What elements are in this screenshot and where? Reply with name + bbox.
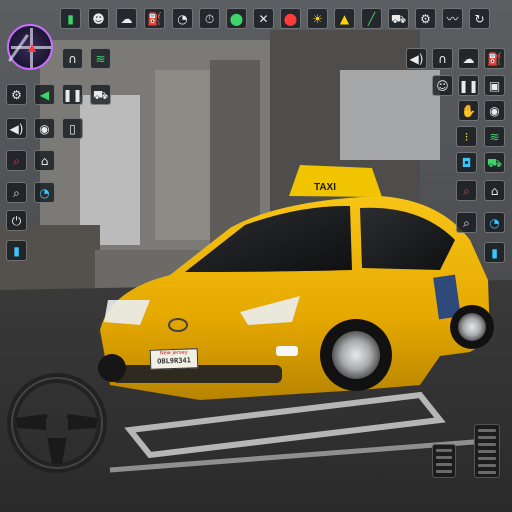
restart-icon[interactable]: ↻	[469, 8, 490, 29]
zoom-icon[interactable]: ⌕	[456, 180, 477, 201]
chat-icon[interactable]: ☺	[432, 75, 453, 96]
tachometer-icon[interactable]: ◔	[484, 212, 505, 233]
building-window	[155, 70, 210, 240]
steering-wheel-icon[interactable]	[6, 372, 108, 474]
phone-icon[interactable]: ▯	[62, 118, 83, 139]
speedometer-icon[interactable]: ◔	[172, 8, 193, 29]
front-rim	[332, 331, 380, 379]
plug-icon[interactable]: ⏻	[6, 210, 27, 231]
microphone-icon[interactable]: ▮	[60, 8, 81, 29]
horn-icon[interactable]: ◀	[34, 84, 55, 105]
battery-icon[interactable]: ▮	[484, 242, 505, 263]
rear-rim	[458, 313, 486, 341]
building-door	[80, 95, 140, 245]
search-icon[interactable]: ⌕	[456, 212, 477, 233]
camera-view-icon[interactable]: ▣	[484, 75, 505, 96]
wifi-icon[interactable]: ≋	[484, 126, 505, 147]
tools-icon[interactable]: ✕	[253, 8, 274, 29]
tachometer-icon[interactable]: ◔	[34, 182, 55, 203]
brake-pedal[interactable]	[432, 444, 456, 478]
cart-icon[interactable]: ⛟	[90, 84, 111, 105]
shopping-cart-icon[interactable]: ⛟	[388, 8, 409, 29]
weather-icon[interactable]: ☁	[458, 48, 479, 69]
wrench-icon[interactable]: ╱	[361, 8, 382, 29]
light-icon[interactable]: ☀	[307, 8, 328, 29]
fog-light	[276, 346, 298, 356]
eye-icon[interactable]: ◉	[484, 100, 505, 121]
taxi-sign-text: TAXI	[314, 182, 336, 193]
traffic-light-icon[interactable]: ⁝	[456, 126, 477, 147]
search-icon[interactable]: ⌕	[6, 182, 27, 203]
fuel-icon[interactable]: ⛽	[484, 48, 505, 69]
player-marker-icon	[28, 44, 36, 52]
map-pin-icon[interactable]: ⬤	[280, 8, 301, 29]
battery-icon[interactable]: ▮	[6, 240, 27, 261]
headphones-icon[interactable]: ∩	[62, 48, 83, 69]
minimap[interactable]	[7, 24, 53, 70]
pause-icon[interactable]: ❚❚	[62, 84, 83, 105]
headphones-icon[interactable]: ∩	[432, 48, 453, 69]
plate-number: OBL9R341	[157, 356, 192, 366]
home-icon[interactable]: ⌂	[484, 180, 505, 201]
home-icon[interactable]: ⌂	[34, 150, 55, 171]
gas-pedal[interactable]	[474, 424, 500, 478]
wifi-icon[interactable]: ≋	[90, 48, 111, 69]
zoom-icon[interactable]: ⌕	[6, 150, 27, 171]
volume-icon[interactable]: ◀)	[406, 48, 427, 69]
warning-icon[interactable]: ▲	[334, 8, 355, 29]
volume-icon[interactable]: ◀)	[6, 118, 27, 139]
driver-icon[interactable]: ☻	[88, 8, 109, 29]
eye-icon[interactable]: ◉	[34, 118, 55, 139]
fuel-icon[interactable]: ⛽	[144, 8, 165, 29]
weather-icon[interactable]: ☁	[116, 8, 137, 29]
palm-icon[interactable]: ✋	[458, 100, 479, 121]
timer-icon[interactable]: ⏱	[199, 8, 220, 29]
pause-icon[interactable]: ❚❚	[458, 75, 479, 96]
camera-icon[interactable]: ◘	[456, 152, 477, 173]
mustache-icon[interactable]: 〰	[442, 8, 463, 29]
license-plate: New Jersey OBL9R341	[149, 348, 199, 370]
location-icon[interactable]: ⬤	[226, 8, 247, 29]
building-far-right	[340, 70, 440, 160]
engine-icon[interactable]: ⚙	[415, 8, 436, 29]
settings-icon[interactable]: ⚙	[6, 84, 27, 105]
car-icon[interactable]: ⛟	[484, 152, 505, 173]
